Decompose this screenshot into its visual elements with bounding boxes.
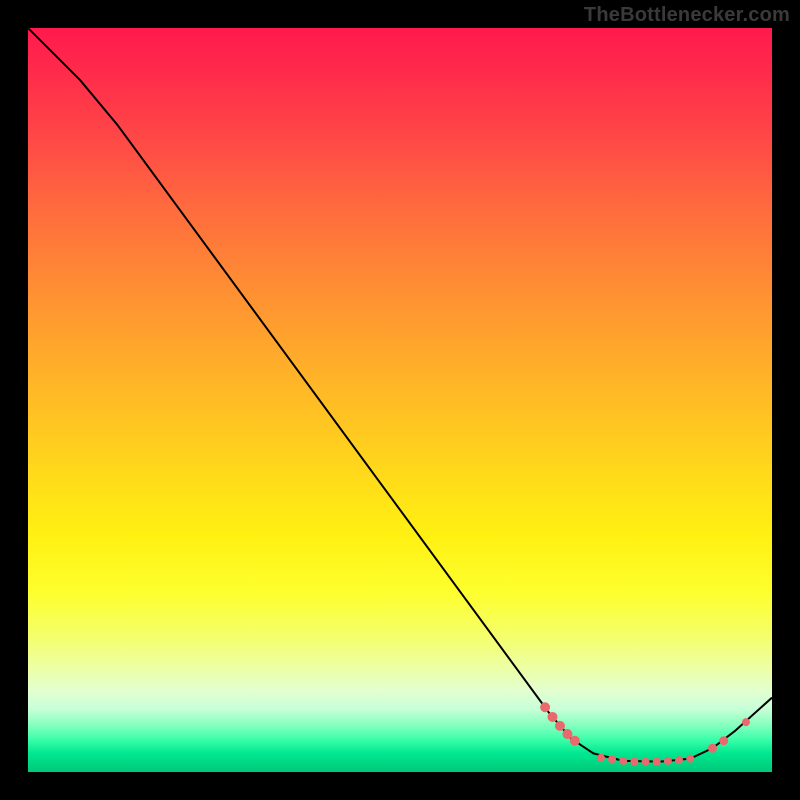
curve-marker: [562, 729, 572, 739]
curve-markers: [540, 702, 750, 765]
curve-marker: [675, 756, 683, 764]
curve-marker: [555, 721, 565, 731]
curve-marker: [642, 758, 650, 766]
curve-marker: [686, 755, 694, 763]
attribution-text: TheBottlenecker.com: [584, 4, 790, 27]
curve-marker: [630, 758, 638, 766]
curve-marker: [597, 754, 605, 762]
bottleneck-curve-path: [28, 28, 772, 762]
curve-marker: [608, 755, 616, 763]
bottleneck-curve: [28, 28, 772, 762]
curve-marker: [742, 718, 750, 726]
curve-marker: [548, 712, 558, 722]
curve-marker: [653, 758, 661, 766]
curve-marker: [719, 736, 728, 745]
curve-marker: [664, 757, 672, 765]
curve-marker: [540, 702, 550, 712]
chart-frame: TheBottlenecker.com: [0, 0, 800, 800]
curve-marker: [619, 757, 627, 765]
plot-area: [28, 28, 772, 772]
curve-marker: [708, 744, 717, 753]
curve-marker: [570, 736, 580, 746]
curve-layer: [28, 28, 772, 772]
